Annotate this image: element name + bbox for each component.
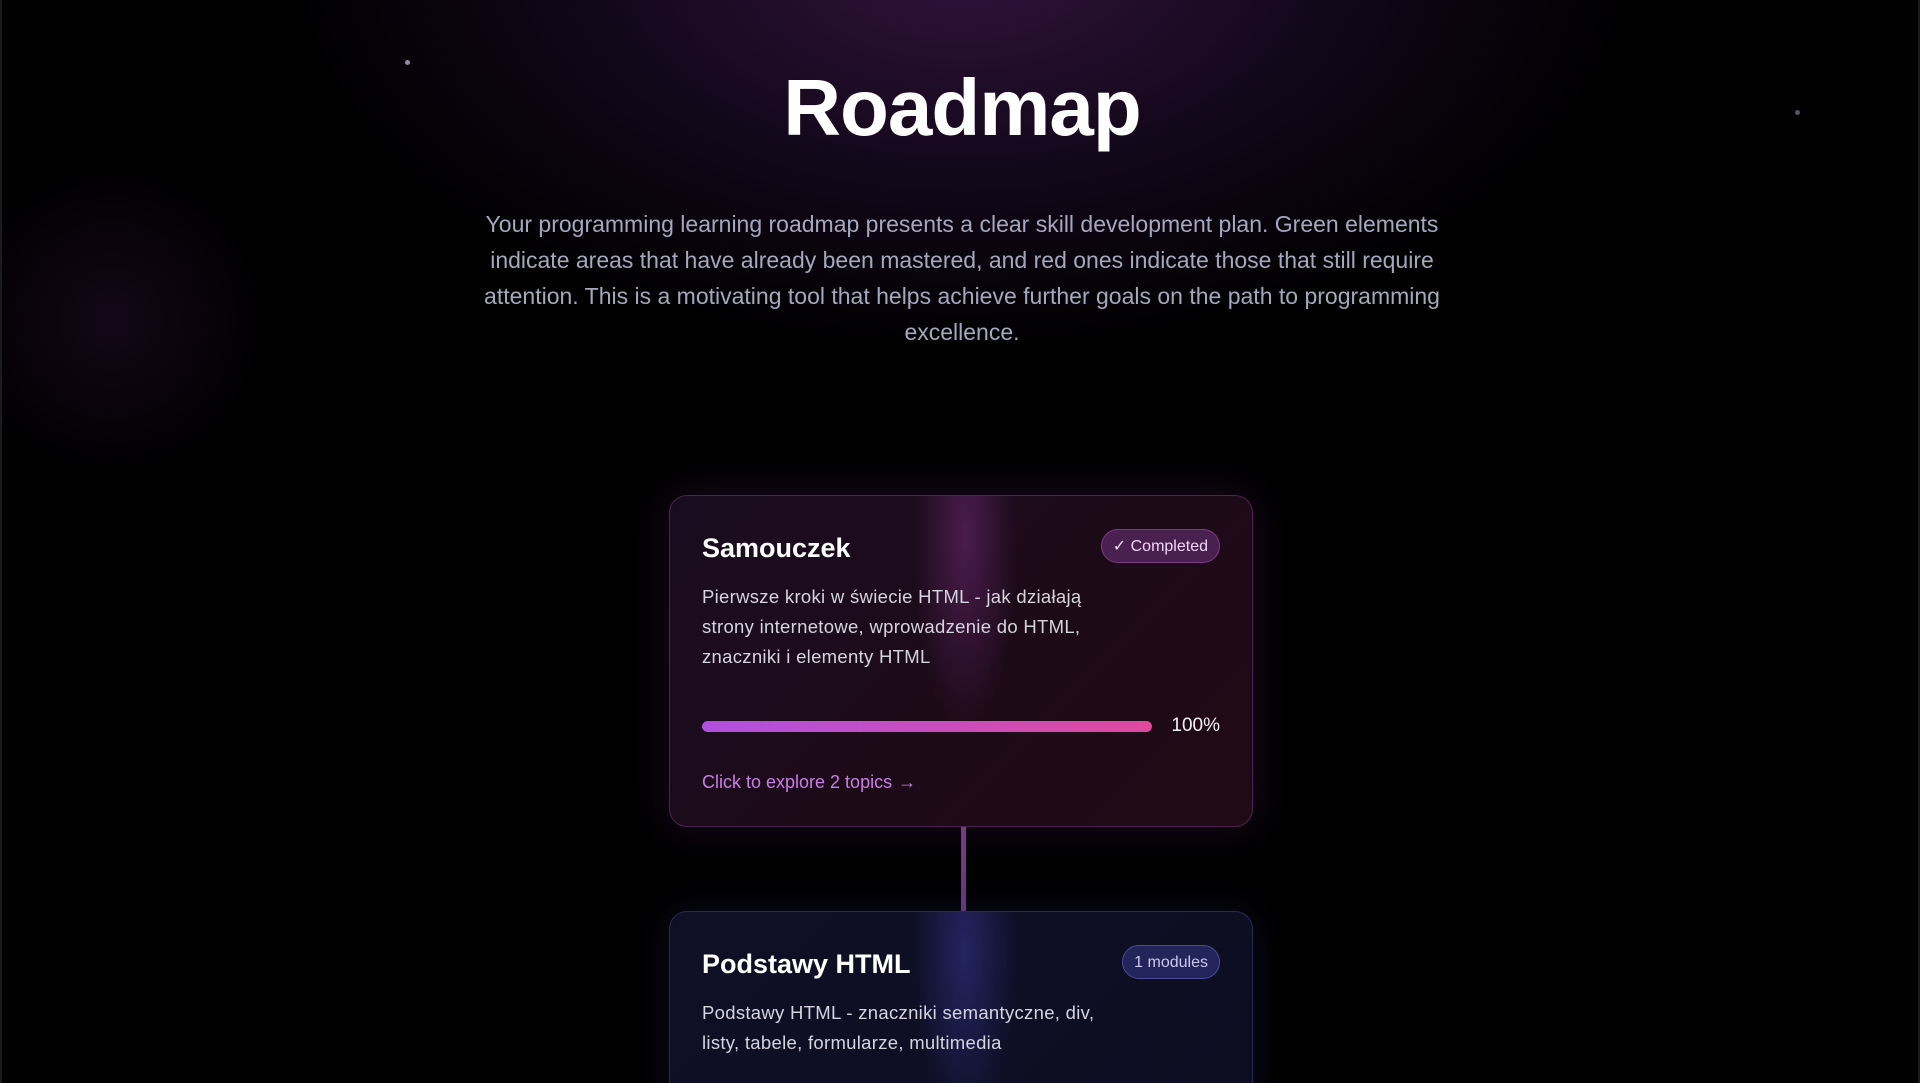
roadmap-card-podstawy-html[interactable]: Podstawy HTML 1 modules Podstawy HTML - … (669, 911, 1253, 1083)
progress-row: 100% (702, 714, 1220, 738)
card-description: Podstawy HTML - znaczniki semantyczne, d… (702, 1002, 1095, 1053)
page-description: Your programming learning roadmap presen… (484, 211, 1440, 345)
explore-topics-link[interactable]: Click to explore 2 topics → (702, 770, 916, 794)
page-title: Roadmap (783, 63, 1142, 152)
roadmap-page: Roadmap Your programming learning roadma… (0, 0, 1920, 1083)
progress-percent: 100% (1171, 715, 1220, 736)
progress-bar-fill (702, 721, 1152, 732)
modules-count-badge: 1 modules (1122, 945, 1220, 979)
completed-badge: ✓ Completed (1100, 529, 1220, 563)
roadmap-card-samouczek[interactable]: Samouczek ✓ Completed Pierwsze kroki w ś… (669, 495, 1253, 827)
arrow-right-icon: → (898, 772, 917, 792)
roadmap-connector-line (961, 827, 966, 911)
explore-link-label: Click to explore 2 topics (702, 772, 893, 792)
progress-bar (702, 721, 1152, 732)
card-description: Pierwsze kroki w świecie HTML - jak dzia… (702, 586, 1082, 667)
